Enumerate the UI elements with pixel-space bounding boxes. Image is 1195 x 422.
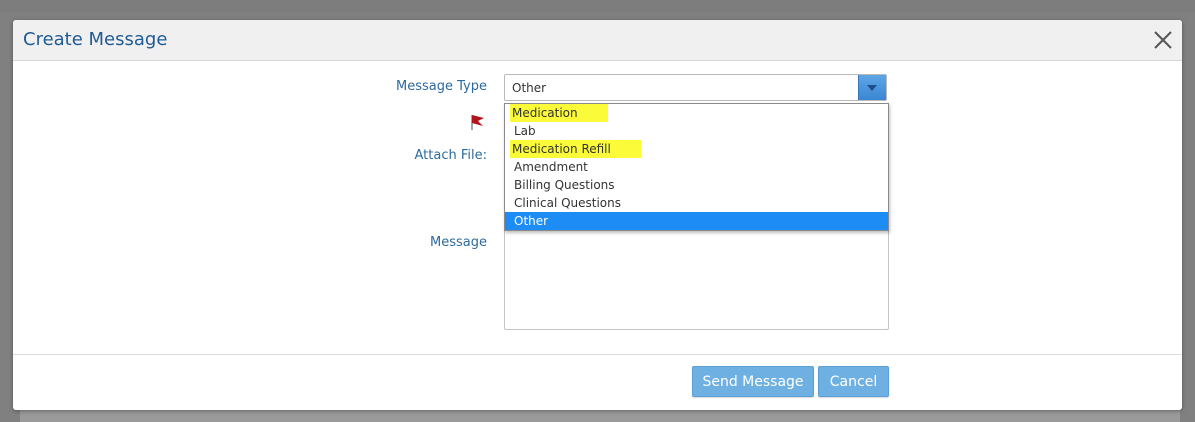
attach-file-label: Attach File: [414, 148, 487, 163]
message-type-select[interactable]: Other [504, 74, 887, 101]
dropdown-option-other[interactable]: Other [505, 212, 888, 230]
message-type-selected-value: Other [512, 81, 547, 95]
dropdown-option-clinical-questions[interactable]: Clinical Questions [505, 194, 888, 212]
dropdown-option-amendment[interactable]: Amendment [505, 158, 888, 176]
close-icon[interactable] [1152, 29, 1174, 51]
dialog-header: Create Message [13, 20, 1182, 61]
page-backdrop [0, 0, 1195, 12]
dropdown-option-medication-refill[interactable]: Medication Refill [505, 140, 888, 158]
message-label: Message [430, 235, 487, 250]
message-type-label: Message Type [396, 79, 487, 94]
dropdown-option-medication[interactable]: Medication [505, 104, 888, 122]
dropdown-option-billing-questions[interactable]: Billing Questions [505, 176, 888, 194]
chevron-down-icon[interactable] [858, 75, 886, 100]
dropdown-option-lab[interactable]: Lab [505, 122, 888, 140]
cancel-button[interactable]: Cancel [818, 366, 889, 397]
flag-icon[interactable] [469, 113, 487, 133]
page-backdrop-bottom [20, 410, 1180, 422]
message-type-dropdown: Medication Lab Medication Refill Amendme… [504, 103, 889, 231]
dialog-title: Create Message [23, 29, 168, 50]
create-message-dialog: Create Message Message Type Attach File:… [13, 20, 1182, 410]
footer-divider [13, 354, 1182, 355]
send-message-button[interactable]: Send Message [692, 366, 814, 397]
message-textarea[interactable] [504, 228, 889, 330]
